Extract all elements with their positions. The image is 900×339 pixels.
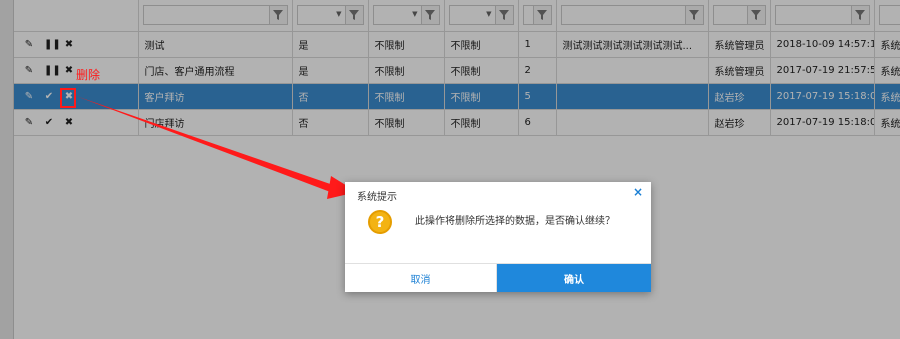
delete-highlight-box [60, 88, 76, 108]
question-icon: ? [368, 210, 392, 234]
dialog-message: 此操作将删除所选择的数据，是否确认继续？ [415, 216, 615, 227]
close-icon[interactable]: × [633, 185, 643, 199]
cancel-button[interactable]: 取消 [345, 264, 497, 292]
dialog-title: 系统提示 [357, 192, 397, 203]
confirm-dialog: 系统提示 × ? 此操作将删除所选择的数据，是否确认继续？ 取消 确认 [345, 182, 651, 292]
dialog-footer: 取消 确认 [345, 263, 651, 292]
annotation-label: 删除 [76, 68, 101, 82]
confirm-button[interactable]: 确认 [497, 264, 651, 292]
